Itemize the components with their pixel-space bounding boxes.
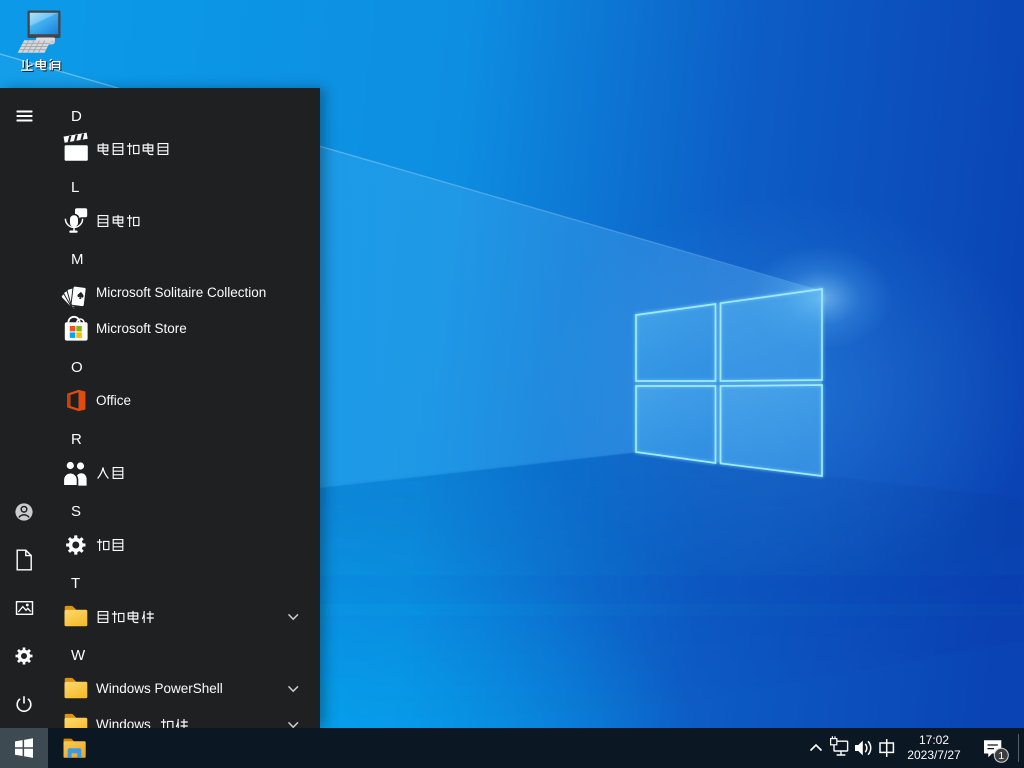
svg-text:1: 1: [998, 750, 1004, 762]
